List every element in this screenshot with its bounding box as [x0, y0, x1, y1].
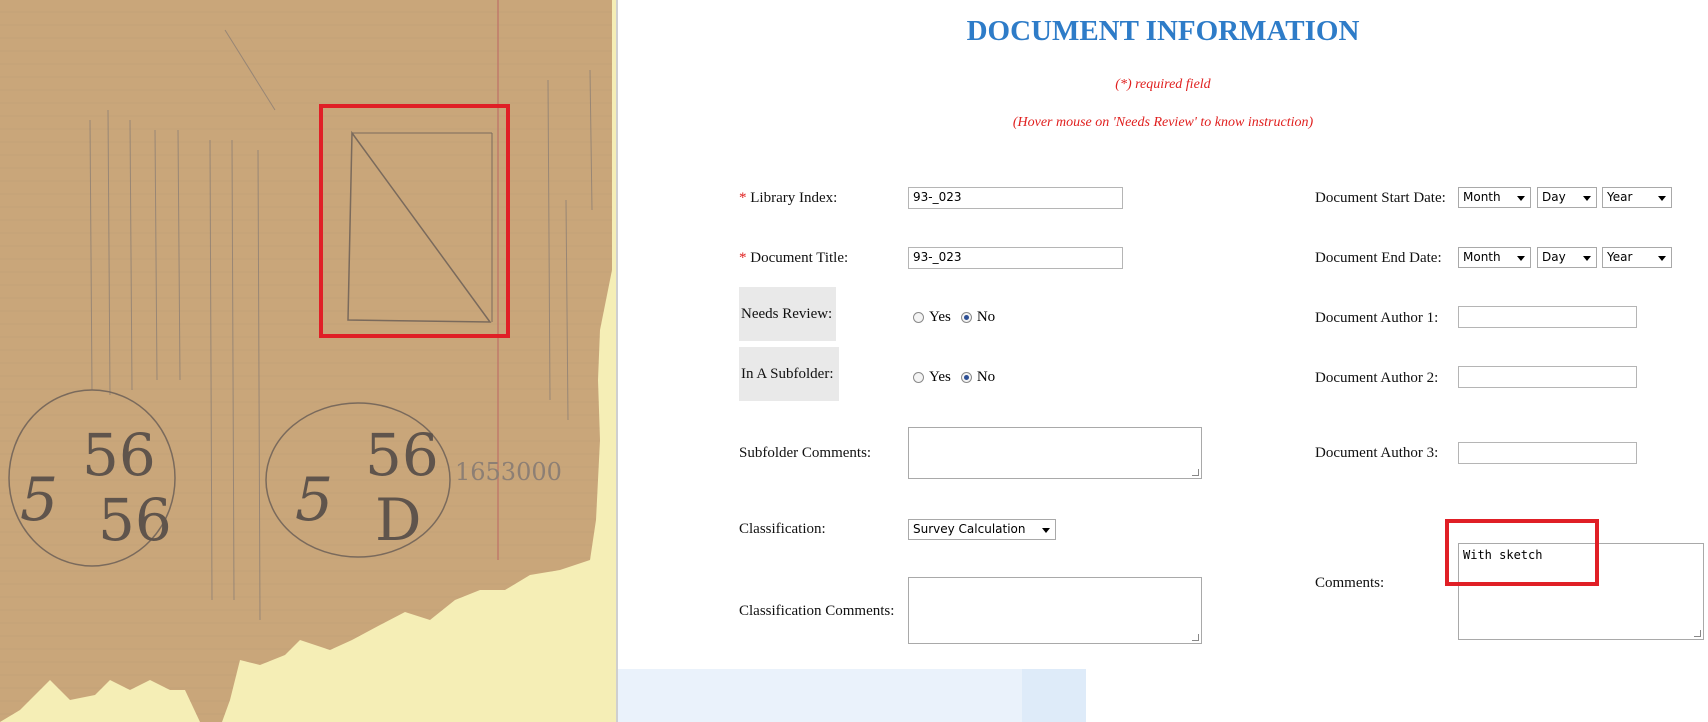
- paper-scan: 5 56 56 5 56 D 1653000: [0, 0, 612, 722]
- needs-review-radio-group: Yes No: [913, 309, 1005, 326]
- needs-review-yes-label[interactable]: Yes: [929, 309, 951, 326]
- author1-label: Document Author 1:: [1315, 310, 1439, 326]
- comments-label: Comments:: [1315, 575, 1385, 591]
- resize-grip-icon[interactable]: [1192, 634, 1199, 641]
- bottom-panel: [618, 669, 1086, 722]
- needs-review-yes-radio[interactable]: [913, 312, 924, 323]
- circled-number-left: 5: [20, 465, 58, 535]
- document-title-input[interactable]: 93-_023: [908, 247, 1123, 269]
- author2-input[interactable]: [1458, 366, 1637, 388]
- start-month-select[interactable]: Month: [1458, 187, 1531, 208]
- in-subfolder-radio-group: Yes No: [913, 369, 1005, 386]
- chevron-down-icon: [1583, 196, 1591, 201]
- in-subfolder-yes-label[interactable]: Yes: [929, 369, 951, 386]
- chevron-down-icon: [1658, 256, 1666, 261]
- circled-number-right: 5: [295, 465, 333, 535]
- author1-input[interactable]: [1458, 306, 1637, 328]
- classification-select[interactable]: Survey Calculation: [908, 519, 1056, 540]
- start-year-select[interactable]: Year: [1602, 187, 1672, 208]
- scanned-document-image: 5 56 56 5 56 D 1653000: [0, 0, 618, 722]
- library-index-input[interactable]: 93-_023: [908, 187, 1123, 209]
- author2-label: Document Author 2:: [1315, 370, 1439, 386]
- resize-grip-icon[interactable]: [1192, 469, 1199, 476]
- subfolder-comments-label: Subfolder Comments:: [739, 445, 872, 461]
- resize-grip-icon[interactable]: [1694, 630, 1701, 637]
- end-month-select[interactable]: Month: [1458, 247, 1531, 268]
- needs-review-no-label[interactable]: No: [977, 309, 995, 326]
- svg-text:56: 56: [98, 486, 172, 554]
- author3-label: Document Author 3:: [1315, 445, 1439, 461]
- classification-label: Classification:: [739, 521, 826, 537]
- chevron-down-icon: [1517, 196, 1525, 201]
- in-subfolder-yes-radio[interactable]: [913, 372, 924, 383]
- chevron-down-icon: [1042, 528, 1050, 533]
- in-subfolder-no-label[interactable]: No: [977, 369, 995, 386]
- svg-text:56: 56: [82, 421, 156, 489]
- end-day-select[interactable]: Day: [1537, 247, 1597, 268]
- document-title-label: * Document Title:: [739, 250, 849, 266]
- svg-text:56: 56: [365, 421, 439, 489]
- in-subfolder-label: In A Subfolder:: [739, 347, 839, 401]
- classification-comments-textarea[interactable]: [908, 577, 1202, 644]
- needs-review-no-radio[interactable]: [960, 312, 972, 323]
- in-subfolder-no-radio[interactable]: [960, 372, 972, 383]
- document-information-form: DOCUMENT INFORMATION (*) required field …: [618, 0, 1708, 722]
- svg-text:D: D: [375, 486, 422, 554]
- end-year-select[interactable]: Year: [1602, 247, 1672, 268]
- chevron-down-icon: [1517, 256, 1525, 261]
- start-date-label: Document Start Date:: [1315, 190, 1446, 206]
- svg-text:1653000: 1653000: [455, 458, 562, 486]
- chevron-down-icon: [1658, 196, 1666, 201]
- comments-highlight-box: [1445, 519, 1599, 586]
- chevron-down-icon: [1583, 256, 1591, 261]
- classification-comments-label: Classification Comments:: [739, 603, 895, 619]
- hover-instruction-note: (Hover mouse on 'Needs Review' to know i…: [1012, 115, 1314, 130]
- needs-review-label[interactable]: Needs Review:: [739, 287, 836, 341]
- author3-input[interactable]: [1458, 442, 1637, 464]
- start-day-select[interactable]: Day: [1537, 187, 1597, 208]
- end-date-label: Document End Date:: [1315, 250, 1442, 266]
- subfolder-comments-textarea[interactable]: [908, 427, 1202, 479]
- sketch-highlight-box: [319, 104, 510, 338]
- library-index-label: * Library Index:: [739, 190, 838, 206]
- page-title: DOCUMENT INFORMATION: [966, 15, 1360, 47]
- required-field-note: (*) required field: [1115, 77, 1211, 92]
